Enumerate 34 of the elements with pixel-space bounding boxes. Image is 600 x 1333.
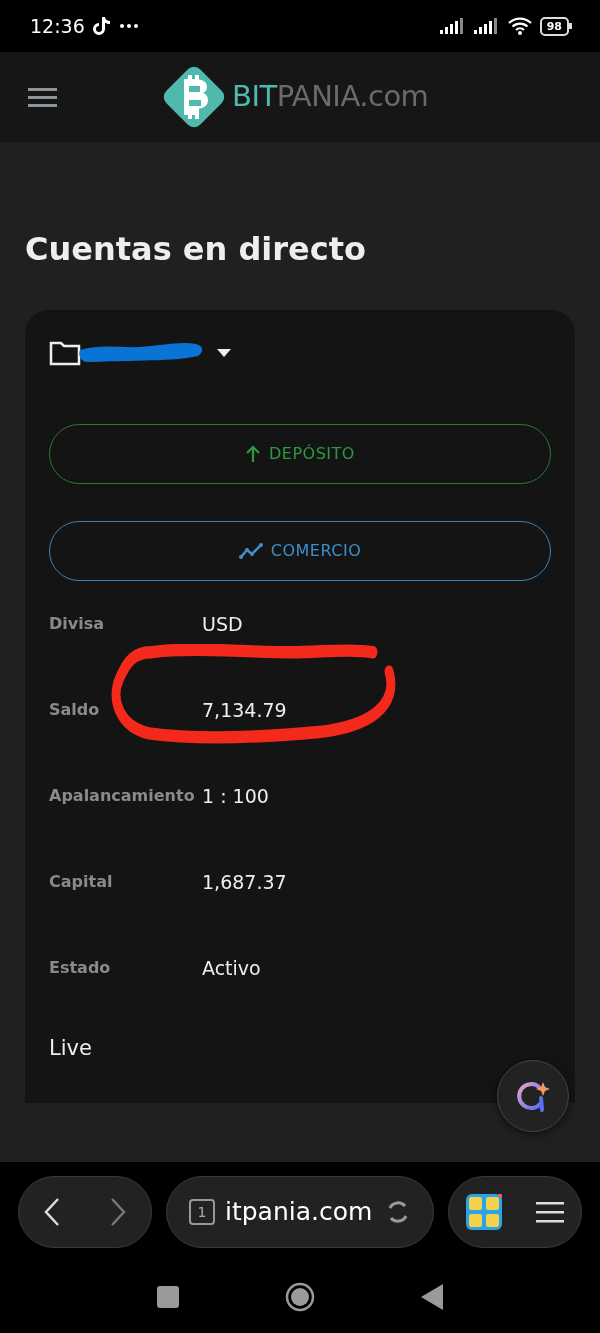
back-icon[interactable] [421, 1284, 443, 1310]
field-label: Estado [49, 957, 112, 980]
signal-icon [473, 18, 500, 34]
field-value: USD [202, 612, 243, 638]
home-icon[interactable] [285, 1282, 315, 1312]
page-title: Cuentas en directo [24, 229, 368, 269]
field-value: 1 : 100 [202, 784, 269, 810]
music-note-icon [92, 16, 111, 36]
field-label: Saldo [49, 699, 101, 722]
folder-icon [49, 340, 81, 367]
game-app-icon[interactable] [466, 1194, 502, 1230]
menu-icon[interactable] [536, 1201, 564, 1223]
trend-line-icon [238, 543, 263, 560]
field-label: Apalancamiento [49, 785, 196, 808]
clock-time: 12:36 [30, 13, 85, 39]
field-value: Activo [202, 956, 261, 982]
account-type: Live [49, 1035, 92, 1063]
address-bar[interactable]: 1 itpania.com [166, 1176, 434, 1248]
tab-count[interactable]: 1 [189, 1199, 215, 1225]
field-value: 1,687.37 [202, 870, 287, 896]
forward-icon[interactable] [110, 1197, 126, 1227]
url-text: itpania.com [225, 1196, 373, 1229]
back-icon[interactable] [44, 1197, 60, 1227]
field-label: Divisa [49, 613, 105, 636]
battery-icon: 98 [539, 16, 572, 36]
arrow-up-icon [245, 445, 262, 464]
menu-icon[interactable] [28, 87, 58, 107]
signal-icon [439, 18, 466, 34]
more-icon [118, 23, 139, 29]
caret-icon[interactable] [216, 348, 232, 359]
logo-text: BITPANIA.com [232, 78, 429, 116]
wifi-icon [507, 17, 532, 35]
field-label: Capital [49, 871, 114, 894]
field-value: 7,134.79 [202, 698, 287, 724]
